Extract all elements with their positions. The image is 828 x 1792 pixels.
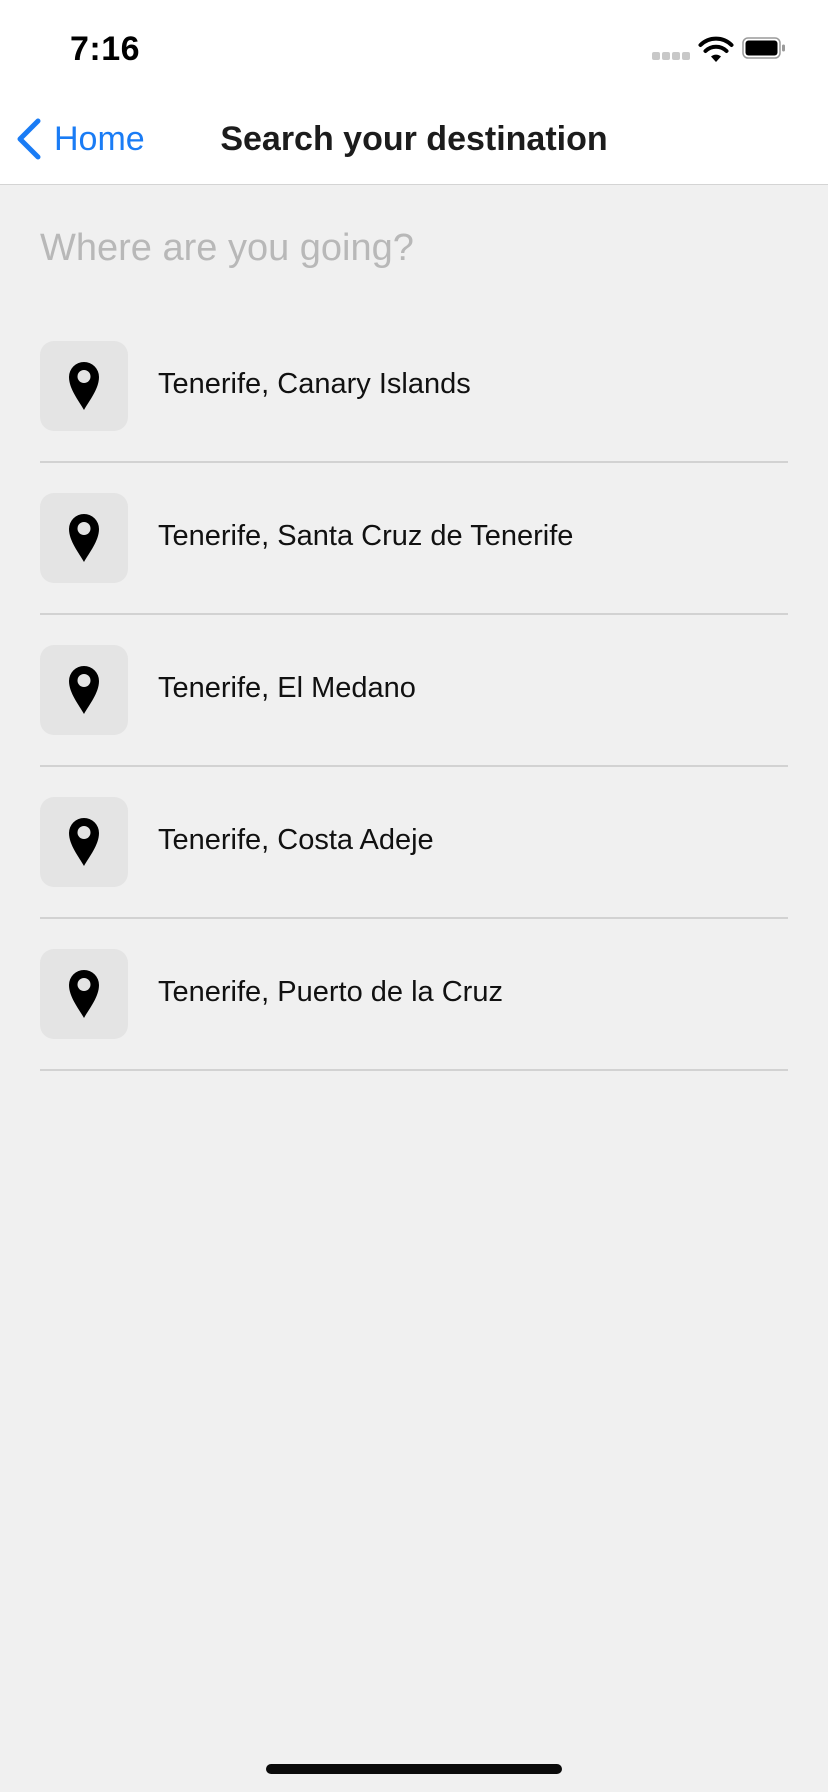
result-label: Tenerife, Santa Cruz de Tenerife <box>158 520 574 552</box>
icon-tile <box>40 493 128 583</box>
cellular-signal-icon <box>652 52 692 62</box>
result-label: Tenerife, Puerto de la Cruz <box>158 976 503 1008</box>
result-label: Tenerife, El Medano <box>158 672 416 704</box>
map-pin-icon <box>69 818 99 866</box>
list-item[interactable]: Tenerife, Puerto de la Cruz <box>40 948 788 1100</box>
status-bar: 7:16 <box>0 0 828 96</box>
result-label: Tenerife, Costa Adeje <box>158 824 434 856</box>
battery-icon <box>742 37 785 59</box>
icon-tile <box>40 949 128 1039</box>
back-button[interactable]: Home <box>14 114 145 164</box>
divider <box>40 917 788 919</box>
search-input[interactable] <box>40 220 788 276</box>
divider <box>40 613 788 615</box>
wifi-icon <box>698 36 734 62</box>
list-item[interactable]: Tenerife, Canary Islands <box>40 340 788 492</box>
map-pin-icon <box>69 666 99 714</box>
icon-tile <box>40 645 128 735</box>
home-indicator[interactable] <box>266 1764 562 1774</box>
divider <box>40 765 788 767</box>
map-pin-icon <box>69 514 99 562</box>
map-pin-icon <box>69 362 99 410</box>
results-list: Tenerife, Canary Islands Tenerife, Santa… <box>40 340 788 1100</box>
icon-tile <box>40 797 128 887</box>
chevron-left-icon <box>17 118 41 160</box>
status-time: 7:16 <box>70 30 141 68</box>
map-pin-icon <box>69 970 99 1018</box>
icon-tile <box>40 341 128 431</box>
divider <box>40 461 788 463</box>
navigation-bar: Search your destination Home <box>0 96 828 185</box>
list-item[interactable]: Tenerife, El Medano <box>40 644 788 796</box>
back-button-label: Home <box>54 119 145 158</box>
list-item[interactable]: Tenerife, Costa Adeje <box>40 796 788 948</box>
list-item[interactable]: Tenerife, Santa Cruz de Tenerife <box>40 492 788 644</box>
divider <box>40 1069 788 1071</box>
result-label: Tenerife, Canary Islands <box>158 368 471 400</box>
